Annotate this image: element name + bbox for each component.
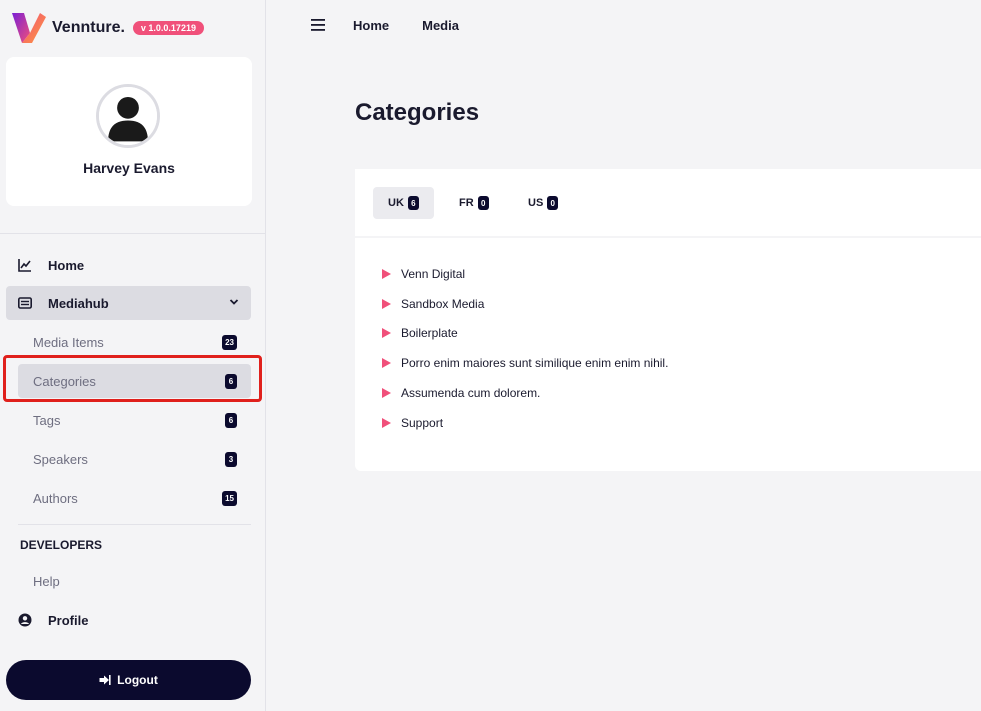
category-item[interactable]: Venn Digital — [382, 259, 668, 289]
category-label: Sandbox Media — [401, 296, 485, 311]
category-label: Venn Digital — [401, 266, 466, 281]
user-avatar-icon — [99, 87, 157, 145]
count-badge: 15 — [222, 491, 237, 506]
profile-card: Harvey Evans — [6, 57, 252, 206]
sidebar-item-label: Categories — [33, 373, 96, 389]
category-item[interactable]: Porro enim maiores sunt similique enim e… — [382, 348, 668, 378]
user-circle-icon — [18, 613, 32, 627]
caret-right-icon — [382, 417, 391, 428]
sidebar-item-home[interactable]: Home — [6, 248, 251, 282]
caret-right-icon — [382, 328, 391, 339]
sidebar-item-help[interactable]: Help — [33, 574, 60, 589]
vennture-logo-icon — [12, 13, 46, 43]
sidebar-item-speakers[interactable]: Speakers 3 — [18, 442, 251, 476]
media-list-icon — [18, 296, 32, 310]
logout-label: Logout — [117, 673, 158, 687]
profile-name: Harvey Evans — [83, 160, 175, 176]
sidebar-item-profile[interactable]: Profile — [6, 603, 251, 637]
category-item[interactable]: Sandbox Media — [382, 289, 668, 319]
tab-label: FR — [459, 197, 474, 209]
sidebar-item-mediahub[interactable]: Mediahub — [6, 286, 251, 320]
version-badge: v 1.0.0.17219 — [132, 21, 204, 35]
category-list: Venn Digital Sandbox Media Boilerplate P… — [382, 259, 668, 438]
sidebar-item-label: Mediahub — [48, 295, 109, 311]
sidebar: Vennture. v 1.0.0.17219 Harvey Evans Hom… — [0, 0, 266, 711]
hamburger-menu-icon[interactable] — [311, 19, 325, 31]
chart-line-icon — [18, 258, 32, 272]
count-badge: 6 — [225, 374, 237, 389]
count-badge: 6 — [225, 413, 237, 428]
brand-name: Vennture. — [52, 19, 125, 36]
logout-icon — [99, 674, 111, 686]
region-tabs: UK 6 FR 0 US 0 — [355, 169, 981, 238]
breadcrumb-home[interactable]: Home — [353, 18, 389, 33]
breadcrumb-media[interactable]: Media — [422, 18, 459, 33]
tab-label: US — [528, 197, 544, 209]
sidebar-divider — [0, 233, 266, 234]
categories-card: UK 6 FR 0 US 0 Venn Digital Sandbox Medi… — [355, 169, 981, 471]
tab-us[interactable]: US 0 — [513, 187, 573, 219]
avatar[interactable] — [96, 84, 160, 148]
brand[interactable]: Vennture. v 1.0.0.17219 — [10, 10, 204, 46]
sidebar-item-authors[interactable]: Authors 15 — [18, 481, 251, 515]
category-label: Support — [401, 415, 444, 430]
caret-right-icon — [382, 358, 391, 369]
chevron-down-icon[interactable] — [229, 297, 239, 307]
category-item[interactable]: Assumenda cum dolorem. — [382, 378, 668, 408]
developers-section-title: DEVELOPERS — [20, 538, 103, 552]
sidebar-item-label: Speakers — [33, 451, 88, 467]
sidebar-divider — [18, 524, 251, 525]
category-label: Porro enim maiores sunt similique enim e… — [401, 356, 669, 371]
category-item[interactable]: Support — [382, 408, 668, 438]
topbar: Home Media — [266, 0, 981, 50]
sidebar-item-label: Media Items — [33, 334, 104, 350]
logout-button[interactable]: Logout — [6, 660, 251, 700]
page-title: Categories — [355, 99, 480, 126]
category-label: Assumenda cum dolorem. — [401, 386, 541, 401]
count-badge: 3 — [225, 452, 237, 467]
caret-right-icon — [382, 268, 391, 279]
tab-fr[interactable]: FR 0 — [444, 187, 504, 219]
category-label: Boilerplate — [401, 326, 458, 341]
tab-count-badge: 0 — [477, 196, 489, 210]
tab-uk[interactable]: UK 6 — [373, 187, 434, 219]
sidebar-item-tags[interactable]: Tags 6 — [18, 403, 251, 437]
tab-count-badge: 6 — [407, 196, 419, 210]
sidebar-item-categories[interactable]: Categories 6 — [18, 364, 251, 398]
tab-label: UK — [388, 197, 404, 209]
sidebar-item-label: Authors — [33, 490, 78, 506]
sidebar-item-label: Tags — [33, 412, 61, 428]
tab-count-badge: 0 — [547, 196, 559, 210]
count-badge: 23 — [222, 335, 237, 350]
sidebar-item-media-items[interactable]: Media Items 23 — [18, 325, 251, 359]
caret-right-icon — [382, 298, 391, 309]
sidebar-item-label: Home — [48, 257, 85, 273]
sidebar-item-label: Profile — [48, 612, 89, 628]
caret-right-icon — [382, 388, 391, 399]
category-item[interactable]: Boilerplate — [382, 319, 668, 349]
